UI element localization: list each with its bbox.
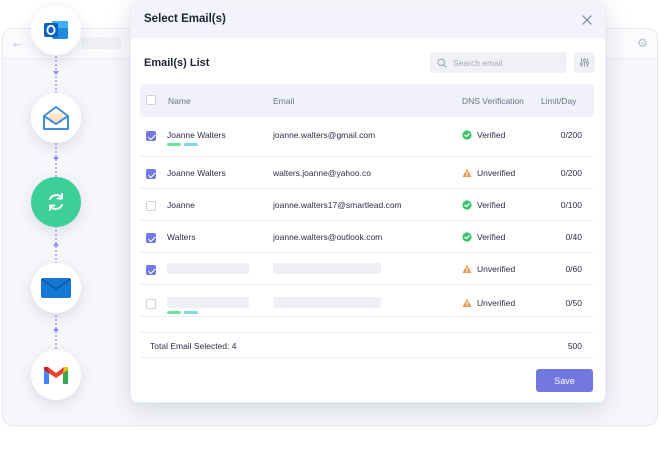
rail-up-arrow-icon (52, 325, 60, 333)
gmail-icon (44, 367, 68, 384)
header-email: Email (273, 96, 295, 106)
email-skeleton-placeholder (273, 297, 381, 308)
sync-icon (49, 193, 63, 211)
unverified-warning-icon (462, 298, 472, 307)
row-dns-status: Unverified (477, 264, 516, 274)
gmail-integration[interactable] (31, 350, 81, 400)
mail-integration[interactable] (31, 263, 81, 313)
open-envelope-integration[interactable] (31, 93, 81, 143)
mail-icon (41, 278, 71, 298)
row-email: joanne.walters@gmail.com (273, 130, 376, 140)
row-dns-status: Verified (477, 200, 506, 210)
row-email: joanne.walters@outlook.com (273, 232, 383, 242)
row-tags (167, 143, 198, 146)
row-name: Walters (167, 232, 196, 242)
stage: ← ⚙ Select Email(s) Email(s) List Search… (0, 0, 661, 459)
row-name: Joanne Walters (167, 130, 226, 140)
total-limit-value: 500 (567, 341, 582, 351)
close-button[interactable] (579, 12, 595, 28)
verified-check-icon (462, 200, 472, 210)
filter-sliders-icon (579, 58, 590, 67)
email-table: Name Email DNS Verification Limit/Day Jo… (140, 84, 594, 317)
search-icon (437, 57, 447, 68)
save-button[interactable]: Save (536, 369, 593, 392)
modal-header: Select Email(s) (131, 2, 605, 38)
row-dns-status: Verified (477, 130, 506, 140)
total-selected-label: Total Email Selected: 4 (150, 341, 237, 351)
row-tags (167, 311, 198, 314)
table-footer: Total Email Selected: 4 500 (140, 332, 594, 358)
row-name: Joanne (167, 200, 195, 210)
row-checkbox[interactable] (146, 131, 156, 141)
email-list-title: Email(s) List (144, 57, 210, 69)
table-body: Joanne Walters joanne.walters@gmail.com Ve… (140, 117, 594, 317)
name-skeleton-placeholder (167, 297, 249, 308)
sync-integration[interactable] (31, 177, 81, 227)
row-dns-status: Verified (477, 232, 506, 242)
tag-chip (167, 143, 181, 146)
table-row[interactable]: Unverified 0/60 (140, 253, 594, 285)
tag-chip (167, 311, 181, 314)
search-box[interactable] (430, 52, 567, 73)
tag-chip (184, 143, 198, 146)
table-header: Name Email DNS Verification Limit/Day (140, 84, 594, 117)
filter-button[interactable] (574, 52, 595, 73)
rail-up-arrow-icon (52, 240, 60, 248)
outlook-icon (44, 21, 68, 39)
row-dns-status: Unverified (477, 298, 516, 308)
row-limit: 0/100 (560, 200, 582, 210)
back-arrow-icon[interactable]: ← (11, 36, 25, 50)
row-limit: 0/40 (565, 232, 582, 242)
background-title-placeholder (81, 37, 121, 49)
row-email: walters.joanne@yahoo.co (273, 168, 371, 178)
gear-icon[interactable]: ⚙ (637, 36, 651, 50)
row-limit: 0/50 (565, 298, 582, 308)
verified-check-icon (462, 232, 472, 242)
row-limit: 0/200 (560, 130, 582, 140)
row-checkbox[interactable] (146, 233, 156, 243)
email-skeleton-placeholder (273, 263, 381, 274)
table-row[interactable]: Joanne Walters joanne.walters@gmail.com Ve… (140, 117, 594, 157)
unverified-warning-icon (462, 264, 472, 273)
table-row[interactable]: Joanne Walters walters.joanne@yahoo.co Unv… (140, 157, 594, 189)
name-skeleton-placeholder (167, 263, 249, 274)
header-limit-per-day: Limit/Day (541, 96, 577, 106)
rail-down-arrow-icon (52, 69, 60, 77)
table-row[interactable]: Walters joanne.walters@outlook.com Verifie… (140, 221, 594, 253)
modal-title: Select Email(s) (144, 13, 226, 25)
unverified-warning-icon (462, 168, 472, 177)
table-row[interactable]: Joanne joanne.walters17@smartlead.com Veri… (140, 189, 594, 221)
header-dns-verification: DNS Verification (462, 96, 524, 106)
row-checkbox[interactable] (146, 201, 156, 211)
row-checkbox[interactable] (146, 299, 156, 309)
row-name: Joanne Walters (167, 168, 226, 178)
tag-chip (184, 311, 198, 314)
rail-down-arrow-icon (52, 155, 60, 163)
select-all-checkbox[interactable] (146, 95, 156, 105)
open-envelope-icon (43, 106, 69, 130)
table-row[interactable]: Unverified 0/50 (140, 285, 594, 317)
row-checkbox[interactable] (146, 265, 156, 275)
select-emails-modal: Select Email(s) Email(s) List Name Email (130, 1, 606, 403)
header-name: Name (168, 96, 191, 106)
row-limit: 0/60 (565, 264, 582, 274)
row-checkbox[interactable] (146, 169, 156, 179)
row-limit: 0/200 (560, 168, 582, 178)
outlook-integration[interactable] (31, 5, 81, 55)
row-email: joanne.walters17@smartlead.com (273, 200, 402, 210)
row-dns-status: Unverified (477, 168, 516, 178)
close-icon (582, 15, 592, 25)
search-input[interactable] (453, 57, 553, 68)
verified-check-icon (462, 130, 472, 140)
